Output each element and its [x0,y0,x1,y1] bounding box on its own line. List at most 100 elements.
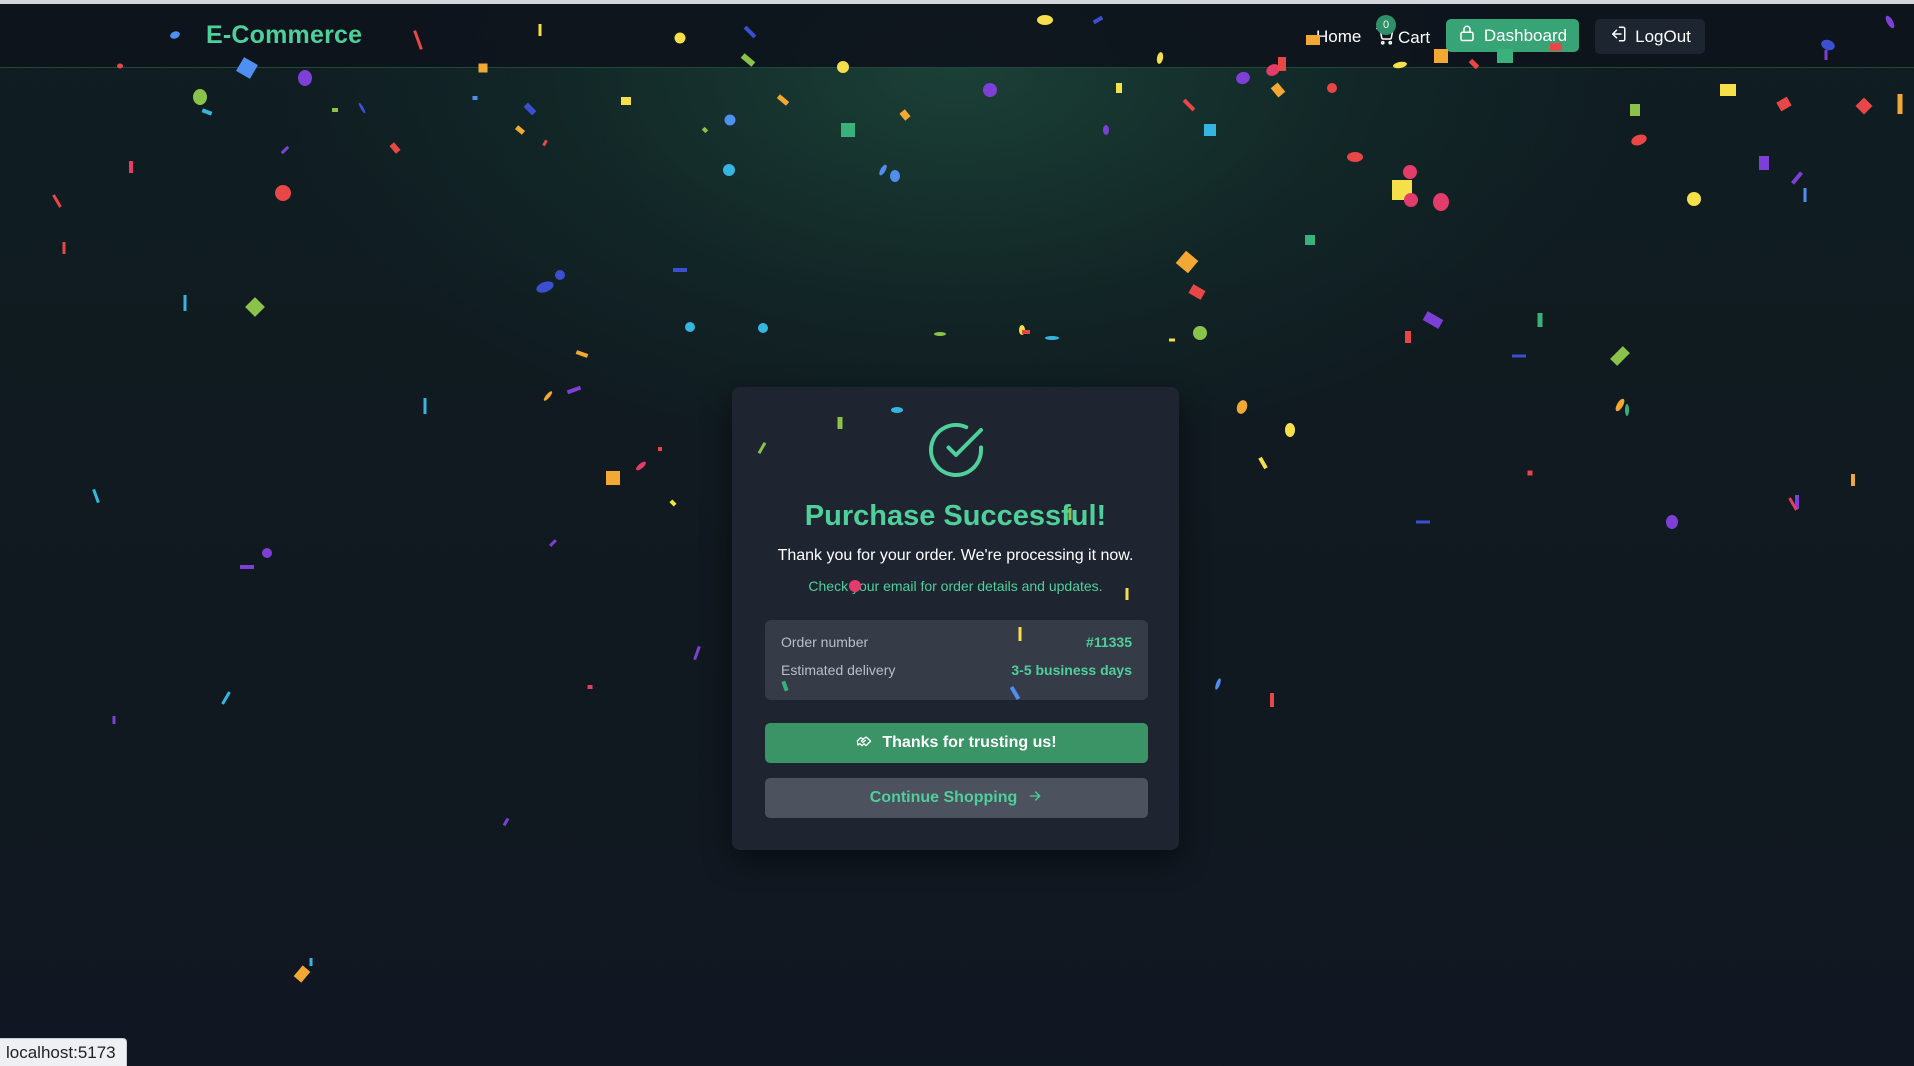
confetti-piece [1687,192,1701,206]
confetti-piece [52,194,62,208]
confetti-piece [1610,346,1630,366]
confetti-piece [899,109,911,121]
confetti-piece [1851,474,1855,486]
confetti-piece [309,958,313,966]
confetti-piece [1392,180,1412,200]
order-number-value: #11335 [1086,634,1132,650]
confetti-piece [92,488,100,504]
confetti-piece [1759,156,1769,170]
confetti-piece [983,83,997,97]
confetti-piece [543,391,553,401]
confetti-piece [575,350,589,358]
confetti-piece [776,94,790,106]
delivery-label: Estimated delivery [781,662,896,678]
confetti-piece [183,295,187,311]
confetti-piece [879,164,887,176]
confetti-piece [1270,693,1274,707]
confetti-piece [566,385,582,395]
confetti-piece [1175,250,1199,274]
confetti-piece [1615,398,1625,412]
confetti-piece [1537,313,1543,327]
navbar: E-Commerce Home 0 Cart Dashboard LogOut [0,4,1914,68]
confetti-piece [112,716,116,724]
brand-logo[interactable]: E-Commerce [206,21,362,50]
confetti-piece [1788,497,1798,511]
confetti-piece [298,70,312,86]
confetti-piece [758,323,768,333]
confetti-piece [1720,84,1736,96]
confetti-piece [1270,82,1286,98]
confetti-piece [1405,331,1411,343]
confetti-piece [1855,97,1873,115]
logout-button[interactable]: LogOut [1595,19,1705,54]
confetti-piece [1512,354,1526,358]
order-number-row: Order number #11335 [781,632,1132,652]
confetti-piece [542,139,548,147]
confetti-piece [1416,520,1430,524]
confetti-piece [1327,83,1337,93]
confetti-piece [934,332,946,336]
cart-label: Cart [1398,28,1431,47]
delivery-row: Estimated delivery 3-5 business days [781,660,1132,680]
confetti-piece [555,270,565,280]
confetti-piece [1433,193,1449,211]
confetti-piece [1103,125,1109,135]
thanks-button-label: Thanks for trusting us! [882,734,1057,751]
confetti-piece [1285,423,1295,437]
confetti-piece [587,685,593,689]
confetti-piece [673,268,687,272]
confetti-piece [1236,71,1250,85]
confetti-piece [1169,338,1175,342]
confetti-piece [358,102,366,114]
email-note: Check your email for order details and u… [808,578,1103,594]
confetti-piece [549,539,557,547]
order-number-label: Order number [781,634,869,650]
nav-home-link[interactable]: Home [1316,27,1361,47]
confetti-piece [1631,134,1647,146]
dashboard-button[interactable]: Dashboard [1446,19,1579,52]
confetti-piece [1897,94,1903,114]
confetti-piece [1182,98,1196,112]
logout-icon [1609,25,1627,48]
confetti-piece [332,108,338,112]
confetti-piece [245,297,265,317]
lock-icon [1458,23,1476,48]
confetti-piece [1403,165,1417,179]
handshake-icon [856,733,872,754]
confetti-piece [669,499,677,507]
confetti-piece [724,114,736,126]
confetti-piece [262,548,272,558]
confetti-piece [723,164,735,176]
confetti-piece [280,145,290,155]
arrow-right-icon [1027,788,1043,809]
confetti-piece [240,565,254,569]
confetti-piece [1347,152,1363,162]
confetti-piece [1188,284,1206,300]
order-info-box: Order number #11335 Estimated delivery 3… [765,620,1148,700]
success-title: Purchase Successful! [804,500,1107,532]
thanks-button[interactable]: Thanks for trusting us! [765,723,1148,763]
confetti-piece [1527,470,1533,476]
confetti-piece [841,123,855,137]
continue-shopping-button[interactable]: Continue Shopping [765,778,1148,818]
confetti-piece [423,398,427,414]
confetti-piece [1022,330,1030,334]
confetti-piece [275,185,291,201]
confetti-piece [1258,456,1268,470]
confetti-piece [221,691,231,705]
confetti-piece [693,645,701,661]
confetti-piece [201,108,213,116]
confetti-piece [472,96,478,100]
confetti-piece [606,471,620,485]
logout-label: LogOut [1635,26,1691,46]
confetti-piece [62,242,66,254]
nav-cart-link[interactable]: 0 Cart [1376,15,1431,52]
confetti-piece [890,170,900,182]
confetti-piece [658,447,662,451]
confetti-piece [536,281,554,293]
confetti-piece [129,161,133,173]
continue-button-label: Continue Shopping [869,789,1018,806]
dashboard-label: Dashboard [1483,25,1568,45]
confetti-piece [701,126,709,134]
confetti-piece [1666,515,1678,529]
